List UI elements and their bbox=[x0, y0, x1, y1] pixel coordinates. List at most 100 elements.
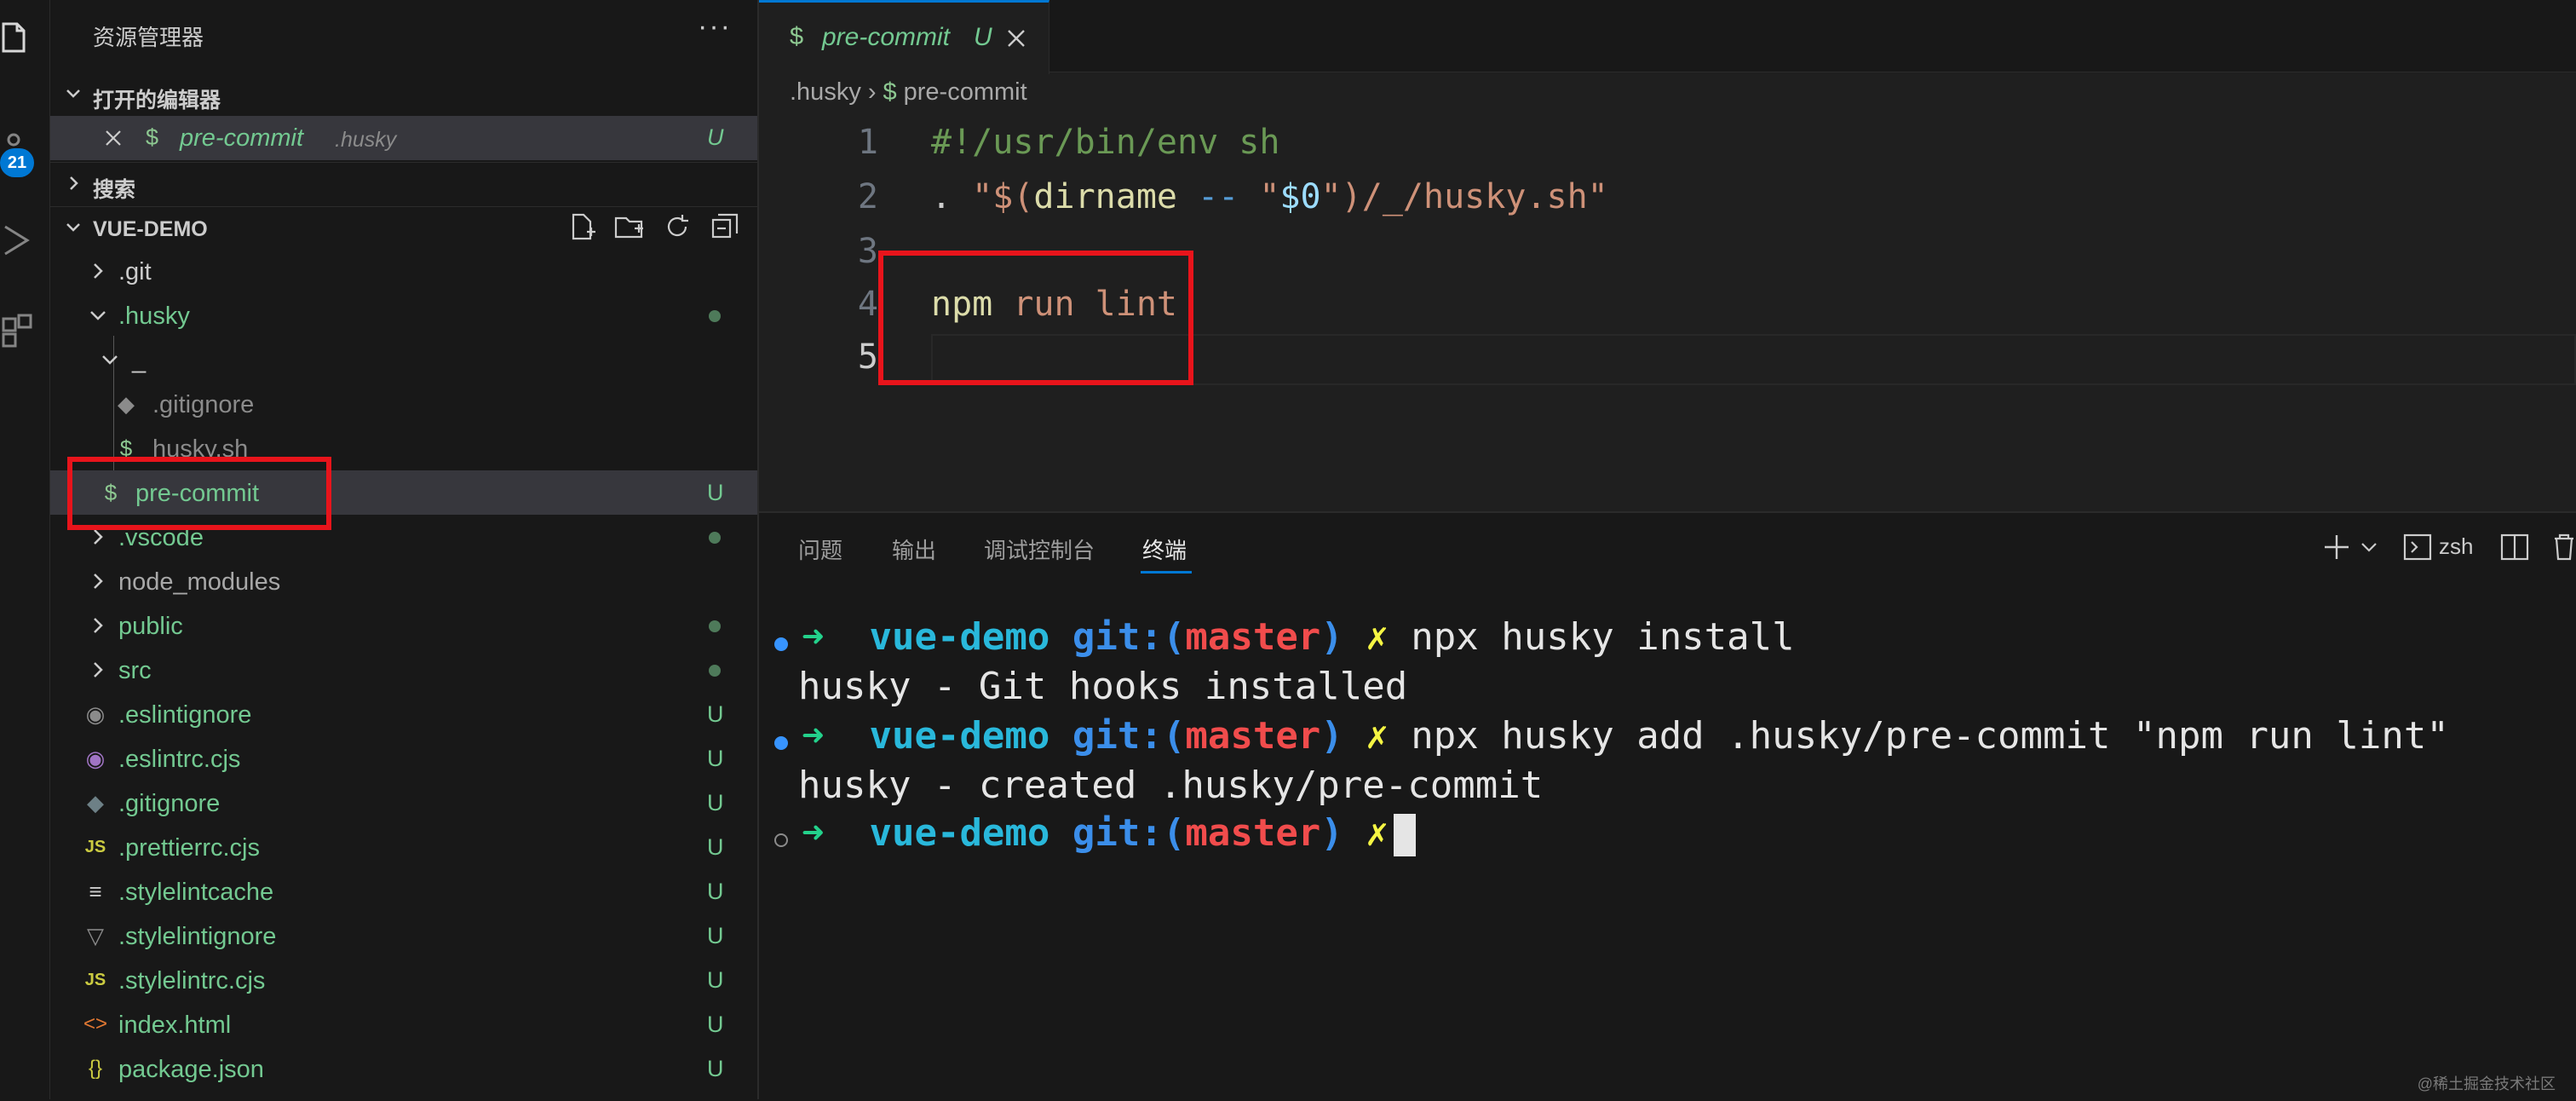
prompt-dirty-mark: ✗ bbox=[1366, 811, 1389, 855]
tree-file-stylelintignore[interactable]: ▽ .stylelintignore U bbox=[50, 914, 757, 958]
tree-folder-underscore[interactable]: _ bbox=[50, 337, 757, 382]
code-token: "$( bbox=[972, 177, 1034, 216]
tab-terminal[interactable]: 终端 bbox=[1142, 533, 1187, 565]
chevron-right-icon bbox=[94, 662, 103, 677]
project-label: VUE-DEMO bbox=[93, 217, 208, 241]
chevron-down-icon bbox=[66, 89, 80, 98]
eslint-ignore-icon: ◉ bbox=[85, 701, 106, 727]
terminal-output: husky - Git hooks installed bbox=[798, 665, 1408, 708]
tab-problems[interactable]: 问题 bbox=[798, 533, 842, 565]
tree-folder-husky[interactable]: .husky bbox=[50, 293, 757, 337]
prompt-branch: master bbox=[1185, 714, 1321, 758]
git-status-badge: U bbox=[707, 879, 724, 904]
tree-label: .git bbox=[118, 258, 152, 285]
breadcrumb-item[interactable]: .husky bbox=[790, 78, 861, 106]
command-success-dot[interactable] bbox=[774, 637, 788, 651]
git-modified-dot bbox=[709, 310, 721, 322]
git-modified-dot bbox=[709, 532, 721, 544]
open-editors-section-header[interactable]: 打开的编辑器 bbox=[50, 73, 757, 116]
editor-tab-pre-commit[interactable]: $ pre-commit U bbox=[759, 0, 1049, 74]
split-terminal-icon[interactable] bbox=[2500, 530, 2529, 564]
git-status-badge: U bbox=[707, 967, 724, 993]
chevron-down-icon[interactable] bbox=[2359, 530, 2379, 564]
close-icon[interactable] bbox=[103, 128, 124, 148]
project-section-header[interactable]: VUE-DEMO bbox=[50, 206, 757, 250]
line-number: 4 bbox=[857, 285, 878, 324]
tree-folder-git[interactable]: .git bbox=[50, 249, 757, 293]
tree-label: .stylelintignore bbox=[118, 923, 277, 950]
open-editor-folder: .husky bbox=[335, 128, 397, 152]
tree-folder-public[interactable]: public bbox=[50, 603, 757, 648]
text-file-icon: ≡ bbox=[89, 879, 102, 904]
tree-label: .gitignore bbox=[152, 391, 255, 418]
tab-output[interactable]: 输出 bbox=[892, 533, 936, 565]
shell-file-icon: $ bbox=[790, 23, 804, 50]
git-file-icon: ◆ bbox=[118, 391, 135, 417]
terminal-cursor bbox=[1393, 814, 1416, 856]
refresh-icon[interactable] bbox=[660, 210, 694, 244]
code-token: . bbox=[931, 177, 973, 216]
line-number: 5 bbox=[857, 337, 878, 377]
chevron-down-icon bbox=[66, 223, 80, 232]
tree-label: .stylelintrc.cjs bbox=[118, 967, 266, 994]
watermark: @稀土掘金技术社区 bbox=[2417, 1075, 2556, 1092]
stylelint-icon: ▽ bbox=[87, 923, 104, 948]
open-editor-item[interactable]: $ pre-commit .husky U bbox=[50, 116, 757, 160]
explorer-sidebar: 资源管理器 ··· 打开的编辑器 $ pre-commit .husky U 搜… bbox=[50, 0, 759, 1099]
tree-label: .husky bbox=[118, 303, 190, 330]
tree-label: public bbox=[118, 613, 183, 640]
terminal-prompt-line[interactable]: ➜ vue-demo git:(master) ✗ bbox=[802, 811, 1416, 856]
tree-label: .prettierrc.cjs bbox=[118, 834, 260, 862]
prompt-git-close: ) bbox=[1320, 615, 1343, 659]
trash-icon[interactable] bbox=[2551, 530, 2576, 564]
tree-folder-node-modules[interactable]: node_modules bbox=[50, 559, 757, 603]
terminal-output: husky - created .husky/pre-commit bbox=[798, 764, 1544, 807]
new-folder-icon[interactable] bbox=[612, 210, 647, 244]
tree-label: .gitignore bbox=[118, 790, 221, 817]
search-section-header[interactable]: 搜索 bbox=[50, 162, 757, 205]
more-actions-button[interactable]: ··· bbox=[698, 10, 732, 43]
tree-file-package-json[interactable]: {} package.json U bbox=[50, 1046, 757, 1091]
tree-label: node_modules bbox=[118, 568, 281, 596]
tab-debug-console[interactable]: 调试控制台 bbox=[984, 533, 1095, 565]
tree-file-stylelintrc[interactable]: JS .stylelintrc.cjs U bbox=[50, 958, 757, 1002]
prompt-branch: master bbox=[1185, 615, 1321, 659]
eslint-icon: ◉ bbox=[85, 746, 106, 771]
terminal-command: npx husky install bbox=[1388, 615, 1795, 659]
explorer-icon[interactable] bbox=[0, 12, 34, 60]
tree-file-index-html[interactable]: <> index.html U bbox=[50, 1002, 757, 1046]
tree-file-eslintignore[interactable]: ◉ .eslintignore U bbox=[50, 692, 757, 736]
code-text: #!/usr/bin/env sh bbox=[931, 123, 1280, 162]
prompt-git: git:( bbox=[1072, 714, 1186, 758]
tree-file-gitignore-root[interactable]: ◆ .gitignore U bbox=[50, 781, 757, 825]
terminal-command: npx husky add .husky/pre-commit "npm run… bbox=[1388, 714, 2449, 758]
json-file-icon: {} bbox=[88, 1057, 103, 1080]
tree-label: src bbox=[118, 657, 152, 684]
command-success-dot[interactable] bbox=[774, 736, 788, 750]
tree-file-stylelintcache[interactable]: ≡ .stylelintcache U bbox=[50, 869, 757, 914]
tab-label: pre-commit bbox=[822, 23, 951, 51]
new-file-icon[interactable] bbox=[565, 210, 599, 244]
code-token: -- bbox=[1177, 177, 1260, 216]
chevron-right-icon bbox=[94, 263, 103, 279]
shell-name[interactable]: zsh bbox=[2439, 533, 2473, 568]
run-debug-icon[interactable] bbox=[0, 216, 34, 264]
close-icon[interactable] bbox=[1006, 28, 1026, 49]
tree-folder-src[interactable]: src bbox=[50, 648, 757, 692]
tree-file-eslintrc[interactable]: ◉ .eslintrc.cjs U bbox=[50, 736, 757, 781]
prompt-git-close: ) bbox=[1320, 714, 1343, 758]
add-terminal-icon[interactable] bbox=[2320, 530, 2354, 564]
extensions-icon[interactable] bbox=[0, 307, 34, 355]
code-line[interactable]: 1 #!/usr/bin/env sh bbox=[759, 118, 2576, 172]
tree-file-gitignore-husky[interactable]: ◆ .gitignore bbox=[50, 382, 757, 426]
collapse-all-icon[interactable] bbox=[708, 210, 742, 244]
breadcrumb-item[interactable]: pre-commit bbox=[904, 78, 1027, 106]
tree-file-prettierrc[interactable]: JS .prettierrc.cjs U bbox=[50, 825, 757, 869]
editor-area: $ pre-commit U .husky › $ pre-commit 1 #!/u… bbox=[759, 0, 2576, 511]
git-status-badge: U bbox=[707, 1012, 724, 1037]
prompt-arrow: ➜ bbox=[802, 714, 825, 758]
code-line[interactable]: 2 . "$(dirname -- "$0")/_/husky.sh" bbox=[759, 172, 2576, 227]
bottom-panel: 问题 输出 调试控制台 终端 zsh ➜ vue-demo git:(maste… bbox=[759, 511, 2576, 1101]
git-status-badge: U bbox=[707, 790, 724, 816]
git-status-badge: U bbox=[707, 701, 724, 727]
